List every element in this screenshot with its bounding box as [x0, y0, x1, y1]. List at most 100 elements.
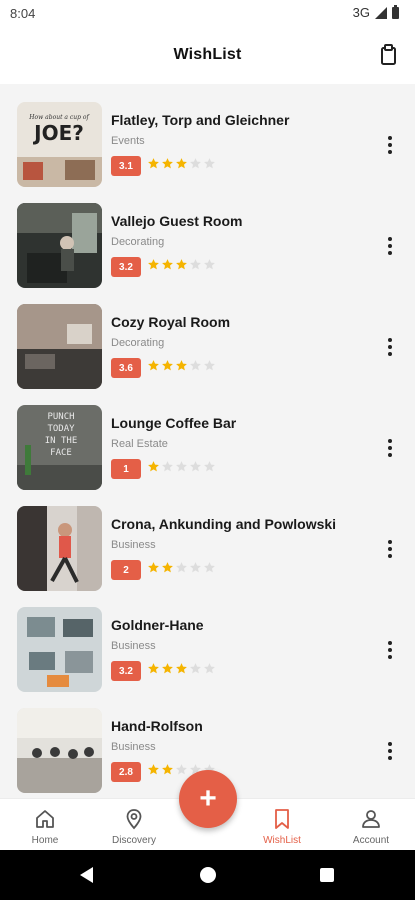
signal-icon [375, 6, 387, 19]
star-empty-icon [204, 663, 215, 674]
item-category: Decorating [111, 337, 165, 349]
star-empty-icon [204, 461, 215, 472]
rating-badge: 2.8 [111, 762, 141, 782]
list-item[interactable]: Vallejo Guest Room Decorating 3.2 [0, 185, 415, 288]
nav-item-home[interactable]: Home [0, 799, 90, 851]
thumb-text-punch-0: PUNCH [47, 412, 74, 422]
list-item[interactable]: Goldner-Hane Business 3.2 [0, 589, 415, 692]
star-filled-icon [176, 663, 187, 674]
list-item[interactable]: PUNCH TODAY IN THE FACE Lounge Coffee Ba… [0, 387, 415, 490]
thumb-text-punch-3: FACE [50, 448, 72, 458]
item-thumbnail [17, 203, 102, 288]
star-empty-icon [204, 562, 215, 573]
add-button[interactable]: + [179, 770, 237, 828]
nav-label: Account [352, 835, 390, 846]
item-thumbnail: How about a cup of JOE? [17, 102, 102, 187]
star-rating [147, 359, 216, 372]
list-item[interactable]: How about a cup of JOE? Flatley, Torp an… [0, 84, 415, 187]
star-filled-icon [176, 360, 187, 371]
star-empty-icon [176, 562, 187, 573]
item-title: Hand-Rolfson [111, 718, 203, 734]
item-category: Events [111, 135, 145, 147]
thumb-text-cup: How about a cup of [28, 114, 90, 121]
star-empty-icon [190, 562, 201, 573]
home-icon [36, 810, 54, 828]
bookmark-icon [275, 809, 289, 829]
item-title: Goldner-Hane [111, 617, 204, 633]
star-empty-icon [176, 764, 187, 775]
item-title: Crona, Ankunding and Powlowski [111, 516, 337, 532]
nav-item-account[interactable]: Account [326, 799, 415, 851]
plus-icon: + [199, 782, 217, 815]
more-options-icon[interactable] [385, 439, 395, 459]
more-options-icon[interactable] [385, 237, 395, 257]
item-thumbnail [17, 506, 102, 591]
rating-badge: 2 [111, 560, 141, 580]
more-options-icon[interactable] [385, 338, 395, 358]
star-empty-icon [190, 360, 201, 371]
star-filled-icon [176, 259, 187, 270]
app-header: WishList [0, 28, 415, 84]
nav-item-wishlist[interactable]: WishList [237, 799, 327, 851]
list-item[interactable]: Crona, Ankunding and Powlowski Business … [0, 488, 415, 591]
star-rating [147, 460, 216, 473]
item-category: Decorating [111, 236, 165, 248]
clipboard-icon[interactable] [379, 44, 399, 66]
item-category: Business [111, 640, 156, 652]
wishlist-list[interactable]: How about a cup of JOE? Flatley, Torp an… [0, 84, 415, 798]
star-filled-icon [148, 360, 159, 371]
rating-badge: 3.6 [111, 358, 141, 378]
star-filled-icon [148, 663, 159, 674]
item-thumbnail [17, 304, 102, 389]
item-title: Vallejo Guest Room [111, 213, 243, 229]
star-empty-icon [162, 461, 173, 472]
nav-label: Home [31, 835, 59, 846]
more-options-icon[interactable] [385, 136, 395, 156]
item-title: Flatley, Torp and Gleichner [111, 112, 290, 128]
star-filled-icon [162, 562, 173, 573]
status-bar: 8:04 3G [0, 0, 415, 28]
star-empty-icon [190, 158, 201, 169]
star-filled-icon [148, 461, 159, 472]
star-rating [147, 662, 216, 675]
rating-badge: 3.1 [111, 156, 141, 176]
nav-item-discovery[interactable]: Discovery [89, 799, 179, 851]
home-circle-icon[interactable] [200, 867, 216, 883]
more-options-icon[interactable] [385, 540, 395, 560]
status-time: 8:04 [10, 6, 36, 21]
back-icon[interactable] [80, 867, 93, 883]
nav-label: WishList [263, 835, 301, 846]
star-filled-icon [176, 158, 187, 169]
star-empty-icon [190, 259, 201, 270]
star-empty-icon [190, 461, 201, 472]
item-thumbnail [17, 607, 102, 692]
item-category: Business [111, 539, 156, 551]
list-item[interactable]: Cozy Royal Room Decorating 3.6 [0, 286, 415, 389]
star-empty-icon [176, 461, 187, 472]
star-filled-icon [148, 259, 159, 270]
star-filled-icon [162, 360, 173, 371]
thumb-text-joe: JOE? [32, 121, 84, 145]
star-rating [147, 561, 216, 574]
recent-apps-icon[interactable] [320, 868, 334, 882]
rating-badge: 1 [111, 459, 141, 479]
star-filled-icon [162, 663, 173, 674]
star-empty-icon [204, 360, 215, 371]
status-indicators: 3G [352, 4, 399, 20]
more-options-icon[interactable] [385, 742, 395, 762]
star-empty-icon [204, 158, 215, 169]
star-rating [147, 258, 216, 271]
thumb-text-punch-1: TODAY [47, 424, 75, 434]
item-thumbnail: PUNCH TODAY IN THE FACE [17, 405, 102, 490]
star-empty-icon [204, 259, 215, 270]
rating-badge: 3.2 [111, 661, 141, 681]
user-icon [362, 810, 380, 828]
star-empty-icon [190, 663, 201, 674]
star-rating [147, 157, 216, 170]
more-options-icon[interactable] [385, 641, 395, 661]
star-filled-icon [148, 764, 159, 775]
network-type: 3G [352, 5, 370, 20]
location-pin-icon [126, 809, 142, 830]
star-filled-icon [162, 158, 173, 169]
system-nav-bar [0, 850, 415, 900]
